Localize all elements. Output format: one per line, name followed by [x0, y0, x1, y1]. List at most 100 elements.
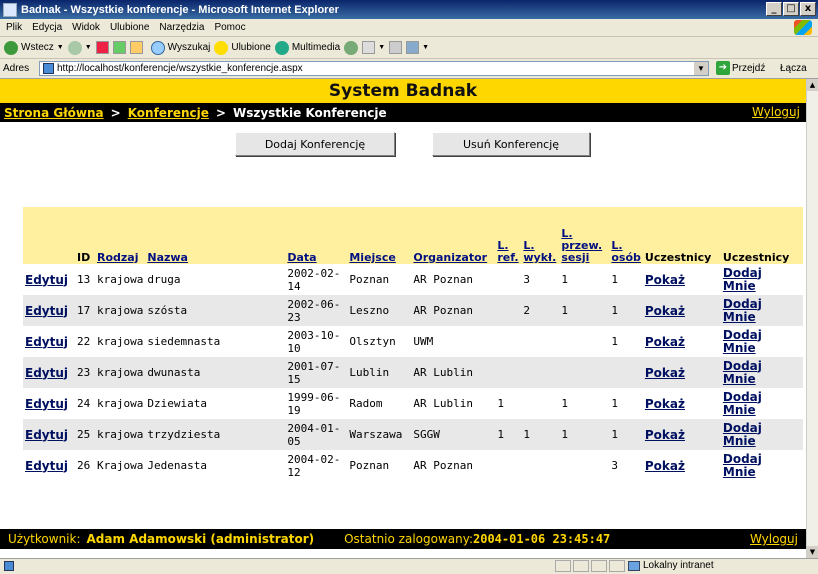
- cell-type: krajowa: [95, 419, 146, 450]
- stop-button[interactable]: [95, 41, 109, 54]
- edit-link[interactable]: Edytuj: [25, 273, 68, 287]
- refresh-button[interactable]: [112, 41, 126, 54]
- column-header-people-count[interactable]: L. osób: [611, 239, 641, 264]
- show-participants-link[interactable]: Pokaż: [645, 428, 685, 442]
- cell-name: dwunasta: [145, 357, 286, 388]
- show-participants-link[interactable]: Pokaż: [645, 366, 685, 380]
- column-header-organizer[interactable]: Organizator: [413, 251, 487, 264]
- address-bar: Adres http://localhost/konferencje/wszys…: [0, 59, 818, 79]
- breadcrumb-home-link[interactable]: Strona Główna: [4, 106, 104, 120]
- cell-participants: Pokaż: [642, 295, 721, 326]
- go-button[interactable]: ➔ Przejdź: [716, 61, 765, 75]
- links-button[interactable]: Łącza: [780, 63, 807, 74]
- column-header-session-chairs[interactable]: L. przew. sesji: [561, 227, 602, 264]
- column-header-type[interactable]: Rodzaj: [97, 251, 139, 264]
- vertical-scrollbar[interactable]: ▲ ▼: [806, 79, 818, 558]
- cell-actions: Edytuj: [23, 419, 75, 450]
- toolbar: Wstecz ▼ ▼ Wyszukaj Ulubione Multimedia …: [0, 37, 818, 59]
- address-dropdown-icon[interactable]: ▼: [694, 62, 708, 75]
- print-icon: [389, 41, 403, 54]
- print-button[interactable]: [389, 41, 403, 54]
- cell-name: szósta: [145, 295, 286, 326]
- add-conference-button[interactable]: Dodaj Konferencję: [235, 132, 395, 156]
- scroll-up-icon[interactable]: ▲: [807, 79, 818, 91]
- multimedia-button[interactable]: Multimedia: [274, 40, 340, 55]
- cell-date: 2004-01-05: [285, 419, 348, 450]
- cell-org: AR Lublin: [411, 357, 496, 388]
- search-label: Wyszukaj: [167, 42, 211, 53]
- menu-plik[interactable]: Plik: [6, 22, 22, 33]
- action-bar: Dodaj Konferencję Usuń Konferencję: [0, 122, 806, 182]
- cell-type: krajowa: [97, 273, 144, 286]
- page-status-icon: [4, 561, 14, 571]
- show-participants-link[interactable]: Pokaż: [645, 273, 685, 287]
- column-header-place[interactable]: Miejsce: [349, 251, 395, 264]
- edit-link[interactable]: Edytuj: [25, 397, 68, 411]
- show-participants-link[interactable]: Pokaż: [645, 397, 685, 411]
- cell-place: Poznan: [349, 273, 390, 286]
- column-header-lecture-count[interactable]: L. wykł.: [523, 239, 556, 264]
- join-me-link[interactable]: Dodaj Mnie: [723, 390, 773, 417]
- join-me-link[interactable]: Dodaj Mnie: [723, 421, 773, 448]
- edit-link[interactable]: Edytuj: [25, 428, 68, 442]
- cell-type: krajowa: [97, 397, 144, 410]
- menu-pomoc[interactable]: Pomoc: [214, 22, 245, 33]
- table-row: Edytuj 13 krajowa druga 2002-02-14 Poznan AR P…: [23, 264, 803, 295]
- address-input[interactable]: http://localhost/konferencje/wszystkie_k…: [39, 61, 709, 76]
- menu-edycja[interactable]: Edycja: [32, 22, 62, 33]
- scroll-down-icon[interactable]: ▼: [807, 546, 818, 558]
- table-row: Edytuj 25 krajowa trzydziesta 2004-01-05 Wars…: [23, 419, 803, 450]
- cell-osob: 1: [609, 295, 643, 326]
- show-participants-link[interactable]: Pokaż: [645, 304, 685, 318]
- join-me-link[interactable]: Dodaj Mnie: [723, 328, 773, 355]
- footer-logout-link[interactable]: Wyloguj: [750, 532, 798, 546]
- cell-join: Dodaj Mnie: [721, 326, 803, 357]
- windows-logo-icon: [794, 20, 812, 35]
- breadcrumb-conferences-link[interactable]: Konferencje: [128, 106, 209, 120]
- menu-narzedzia[interactable]: Narzędzia: [159, 22, 204, 33]
- menu-ulubione[interactable]: Ulubione: [110, 22, 149, 33]
- maximize-button[interactable]: □: [783, 2, 799, 16]
- cell-participants: Pokaż: [643, 326, 721, 357]
- forward-button[interactable]: ▼: [67, 40, 92, 55]
- cell-place: Warszawa: [347, 419, 412, 450]
- join-me-link[interactable]: Dodaj Mnie: [723, 359, 773, 386]
- column-header-date[interactable]: Data: [287, 251, 316, 264]
- column-header-ref-count[interactable]: L. ref.: [497, 239, 518, 264]
- edit-link[interactable]: Edytuj: [25, 366, 68, 380]
- column-header-name[interactable]: Nazwa: [147, 251, 188, 264]
- home-button[interactable]: [129, 41, 143, 54]
- edit-link[interactable]: Edytuj: [25, 304, 68, 318]
- join-me-link[interactable]: Dodaj Mnie: [723, 452, 773, 479]
- table-row: Edytuj 17 krajowa szósta 2002-06-23 Leszno AR …: [23, 295, 803, 326]
- page-icon: [43, 63, 54, 74]
- show-participants-link[interactable]: Pokaż: [645, 459, 685, 473]
- edit-button[interactable]: ▼: [406, 41, 429, 54]
- back-button[interactable]: Wstecz ▼: [4, 40, 64, 55]
- history-button[interactable]: [344, 40, 359, 55]
- cell-wykl: [521, 450, 559, 481]
- cell-date: 2002-06-23: [285, 295, 348, 326]
- edit-link[interactable]: Edytuj: [25, 459, 68, 473]
- join-me-link[interactable]: Dodaj Mnie: [723, 266, 773, 293]
- table-row: Edytuj 23 krajowa dwunasta 2001-07-15 Lublin A…: [23, 357, 803, 388]
- cell-przew: 1: [561, 397, 568, 410]
- edit-link[interactable]: Edytuj: [25, 335, 68, 349]
- cell-join: Dodaj Mnie: [721, 450, 803, 481]
- logout-link[interactable]: Wyloguj: [752, 105, 800, 119]
- menu-widok[interactable]: Widok: [72, 22, 100, 33]
- cell-place: Olsztyn: [349, 335, 396, 348]
- show-participants-link[interactable]: Pokaż: [645, 335, 685, 349]
- cell-participants: Pokaż: [643, 450, 721, 481]
- cell-osob: 1: [609, 419, 643, 450]
- close-button[interactable]: x: [800, 2, 816, 16]
- search-button[interactable]: Wyszukaj: [150, 40, 211, 55]
- status-cells: [555, 560, 625, 572]
- minimize-button[interactable]: _: [766, 2, 782, 16]
- favorites-button[interactable]: Ulubione: [214, 40, 271, 55]
- mail-button[interactable]: ▼: [362, 41, 385, 54]
- remove-conference-button[interactable]: Usuń Konferencję: [432, 132, 590, 156]
- cell-org: AR Lublin: [413, 397, 473, 410]
- join-me-link[interactable]: Dodaj Mnie: [723, 297, 773, 324]
- cell-osob: 1: [611, 397, 618, 410]
